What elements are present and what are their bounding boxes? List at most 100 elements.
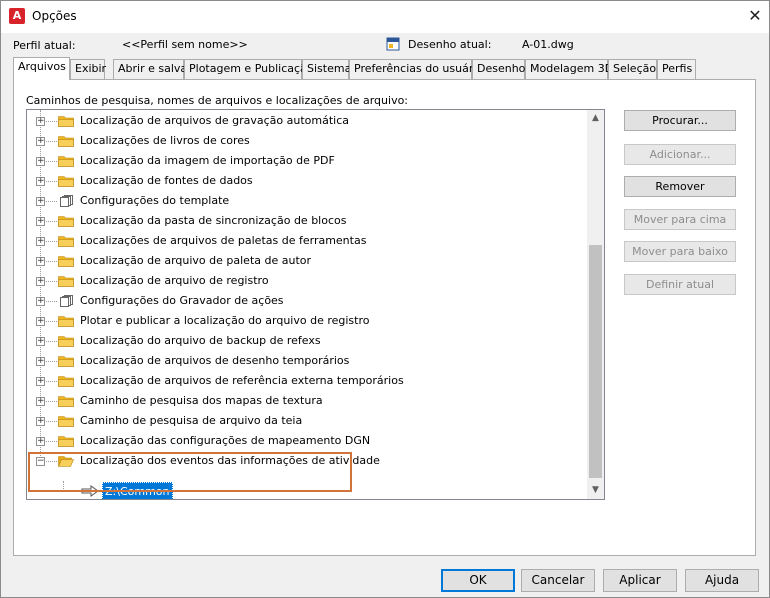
tree-row[interactable]: + Localização da imagem de importação de … <box>27 151 587 171</box>
autocad-logo-icon: A <box>9 8 25 24</box>
tab-desenho[interactable]: Desenho <box>472 59 525 79</box>
apply-button[interactable]: Aplicar <box>603 569 677 592</box>
expand-icon[interactable]: + <box>36 137 45 146</box>
tree-row[interactable]: + Localização de arquivo de paleta de aut… <box>27 251 587 271</box>
expand-icon[interactable]: + <box>36 217 45 226</box>
tree-item-label: Localizações de arquivos de paletas de f… <box>80 234 367 247</box>
tree-item-label: Configurações do template <box>80 194 230 207</box>
tree-row[interactable]: + Localização de arquivos de referência e… <box>27 371 587 391</box>
scroll-up-arrow-icon[interactable]: ▲ <box>587 110 604 127</box>
tree-connector-line <box>46 321 57 322</box>
files-tab-panel: Caminhos de pesquisa, nomes de arquivos … <box>13 79 756 556</box>
drawing-value: A-01.dwg <box>522 38 574 51</box>
tree-row[interactable]: + Plotar e publicar a localização do arqu… <box>27 311 587 331</box>
cancel-button[interactable]: Cancelar <box>521 569 595 592</box>
tree-connector-line <box>46 341 57 342</box>
tree-connector-line <box>46 221 57 222</box>
expand-icon[interactable]: + <box>36 417 45 426</box>
profile-label: Perfil atual: <box>13 39 76 52</box>
tree-item-label: Plotar e publicar a localização do arqui… <box>80 314 370 327</box>
scroll-thumb[interactable] <box>589 245 602 478</box>
tree-item-label: Localização das configurações de mapeame… <box>80 434 371 447</box>
expand-icon[interactable]: + <box>36 197 45 206</box>
drawing-icon <box>386 37 400 51</box>
tab-preferencias-do-usuario[interactable]: Preferências do usuário <box>349 59 483 79</box>
expand-icon[interactable]: + <box>36 117 45 126</box>
tree-connector-line <box>46 301 57 302</box>
tree-item-label: Localização de arquivos de desenho tempo… <box>80 354 350 367</box>
title-bar: A Opções ✕ <box>1 1 769 33</box>
tree-scrollbar[interactable]: ▲ ▼ <box>587 110 604 499</box>
tab-plotagem-e-publicacao[interactable]: Plotagem e Publicação <box>184 59 314 79</box>
highlight-annotation-box <box>28 452 352 492</box>
tree-connector-line <box>46 401 57 402</box>
remove-button[interactable]: Remover <box>624 176 736 197</box>
tab-sistema[interactable]: Sistema <box>302 59 351 79</box>
drawing-label: Desenho atual: <box>408 38 492 51</box>
close-icon[interactable]: ✕ <box>745 6 765 26</box>
tree-item-label: Configurações do Gravador de ações <box>80 294 284 307</box>
expand-icon[interactable]: + <box>36 257 45 266</box>
tree-row[interactable]: + Localização das configurações de mapeam… <box>27 431 587 451</box>
browse-button[interactable]: Procurar... <box>624 110 736 131</box>
file-paths-tree[interactable]: + Localização de arquivos de gravação aut… <box>26 109 605 500</box>
move-up-button[interactable]: Mover para cima <box>624 209 736 230</box>
tree-item-label: Localização do arquivo de backup de refe… <box>80 334 321 347</box>
tree-row[interactable]: + Configurações do template <box>27 191 587 211</box>
set-current-button[interactable]: Definir atual <box>624 274 736 295</box>
tree-row[interactable]: + Localizações de livros de cores <box>27 131 587 151</box>
tree-connector-line <box>46 121 57 122</box>
expand-icon[interactable]: + <box>36 437 45 446</box>
tree-row[interactable]: + Caminho de pesquisa de arquivo da teia <box>27 411 587 431</box>
tree-connector-line <box>46 241 57 242</box>
help-button[interactable]: Ajuda <box>685 569 759 592</box>
tab-abrir-e-salvar[interactable]: Abrir e salvar <box>113 59 192 79</box>
scroll-down-arrow-icon[interactable]: ▼ <box>587 482 604 499</box>
tab-perfis[interactable]: Perfis <box>657 59 696 79</box>
options-dialog: A Opções ✕ Perfil atual: <<Perfil sem no… <box>0 0 770 598</box>
tree-item-label: Localização da pasta de sincronização de… <box>80 214 347 227</box>
profile-value: <<Perfil sem nome>> <box>122 38 248 51</box>
tree-row[interactable]: + Configurações do Gravador de ações <box>27 291 587 311</box>
tab-exibir[interactable]: Exibir <box>70 59 106 79</box>
add-button[interactable]: Adicionar... <box>624 144 736 165</box>
tree-item-label: Localização de arquivos de referência ex… <box>80 374 404 387</box>
expand-icon[interactable]: + <box>36 337 45 346</box>
ok-button[interactable]: OK <box>441 569 515 592</box>
tree-connector-line <box>46 441 57 442</box>
expand-icon[interactable]: + <box>36 297 45 306</box>
expand-icon[interactable]: + <box>36 317 45 326</box>
tree-row[interactable]: + Caminho de pesquisa dos mapas de textur… <box>27 391 587 411</box>
tree-row[interactable]: + Localizações de arquivos de paletas de … <box>27 231 587 251</box>
tree-row[interactable]: + Localização de arquivo de registro <box>27 271 587 291</box>
tree-item-label: Localização de fontes de dados <box>80 174 253 187</box>
tab-selecao[interactable]: Seleção <box>608 59 657 79</box>
tree-connector-line <box>46 261 57 262</box>
expand-icon[interactable]: + <box>36 237 45 246</box>
tree-connector-line <box>46 141 57 142</box>
tree-item-label: Caminho de pesquisa de arquivo da teia <box>80 414 303 427</box>
tree-row[interactable]: + Localização de arquivos de desenho temp… <box>27 351 587 371</box>
section-label: Caminhos de pesquisa, nomes de arquivos … <box>26 94 409 107</box>
expand-icon[interactable]: + <box>36 357 45 366</box>
tree-row[interactable]: + Localização do arquivo de backup de ref… <box>27 331 587 351</box>
tree-connector-line <box>46 381 57 382</box>
tree-row[interactable]: + Localização da pasta de sincronização d… <box>27 211 587 231</box>
expand-icon[interactable]: + <box>36 277 45 286</box>
tree-item-label: Localização de arquivos de gravação auto… <box>80 114 350 127</box>
tree-item-label: Localizações de livros de cores <box>80 134 250 147</box>
tab-modelagem-3d[interactable]: Modelagem 3D <box>525 59 613 79</box>
tree-connector-line <box>46 201 57 202</box>
tree-connector-line <box>46 281 57 282</box>
tree-row[interactable]: + Localização de fontes de dados <box>27 171 587 191</box>
tree-item-label: Caminho de pesquisa dos mapas de textura <box>80 394 323 407</box>
expand-icon[interactable]: + <box>36 397 45 406</box>
expand-icon[interactable]: + <box>36 157 45 166</box>
move-down-button[interactable]: Mover para baixo <box>624 241 736 262</box>
tab-arquivos[interactable]: Arquivos <box>13 57 70 80</box>
tree-item-label: Localização da imagem de importação de P… <box>80 154 335 167</box>
tree-row[interactable]: + Localização de arquivos de gravação aut… <box>27 111 587 131</box>
expand-icon[interactable]: + <box>36 177 45 186</box>
expand-icon[interactable]: + <box>36 377 45 386</box>
tree-item-label: Localização de arquivo de registro <box>80 274 269 287</box>
